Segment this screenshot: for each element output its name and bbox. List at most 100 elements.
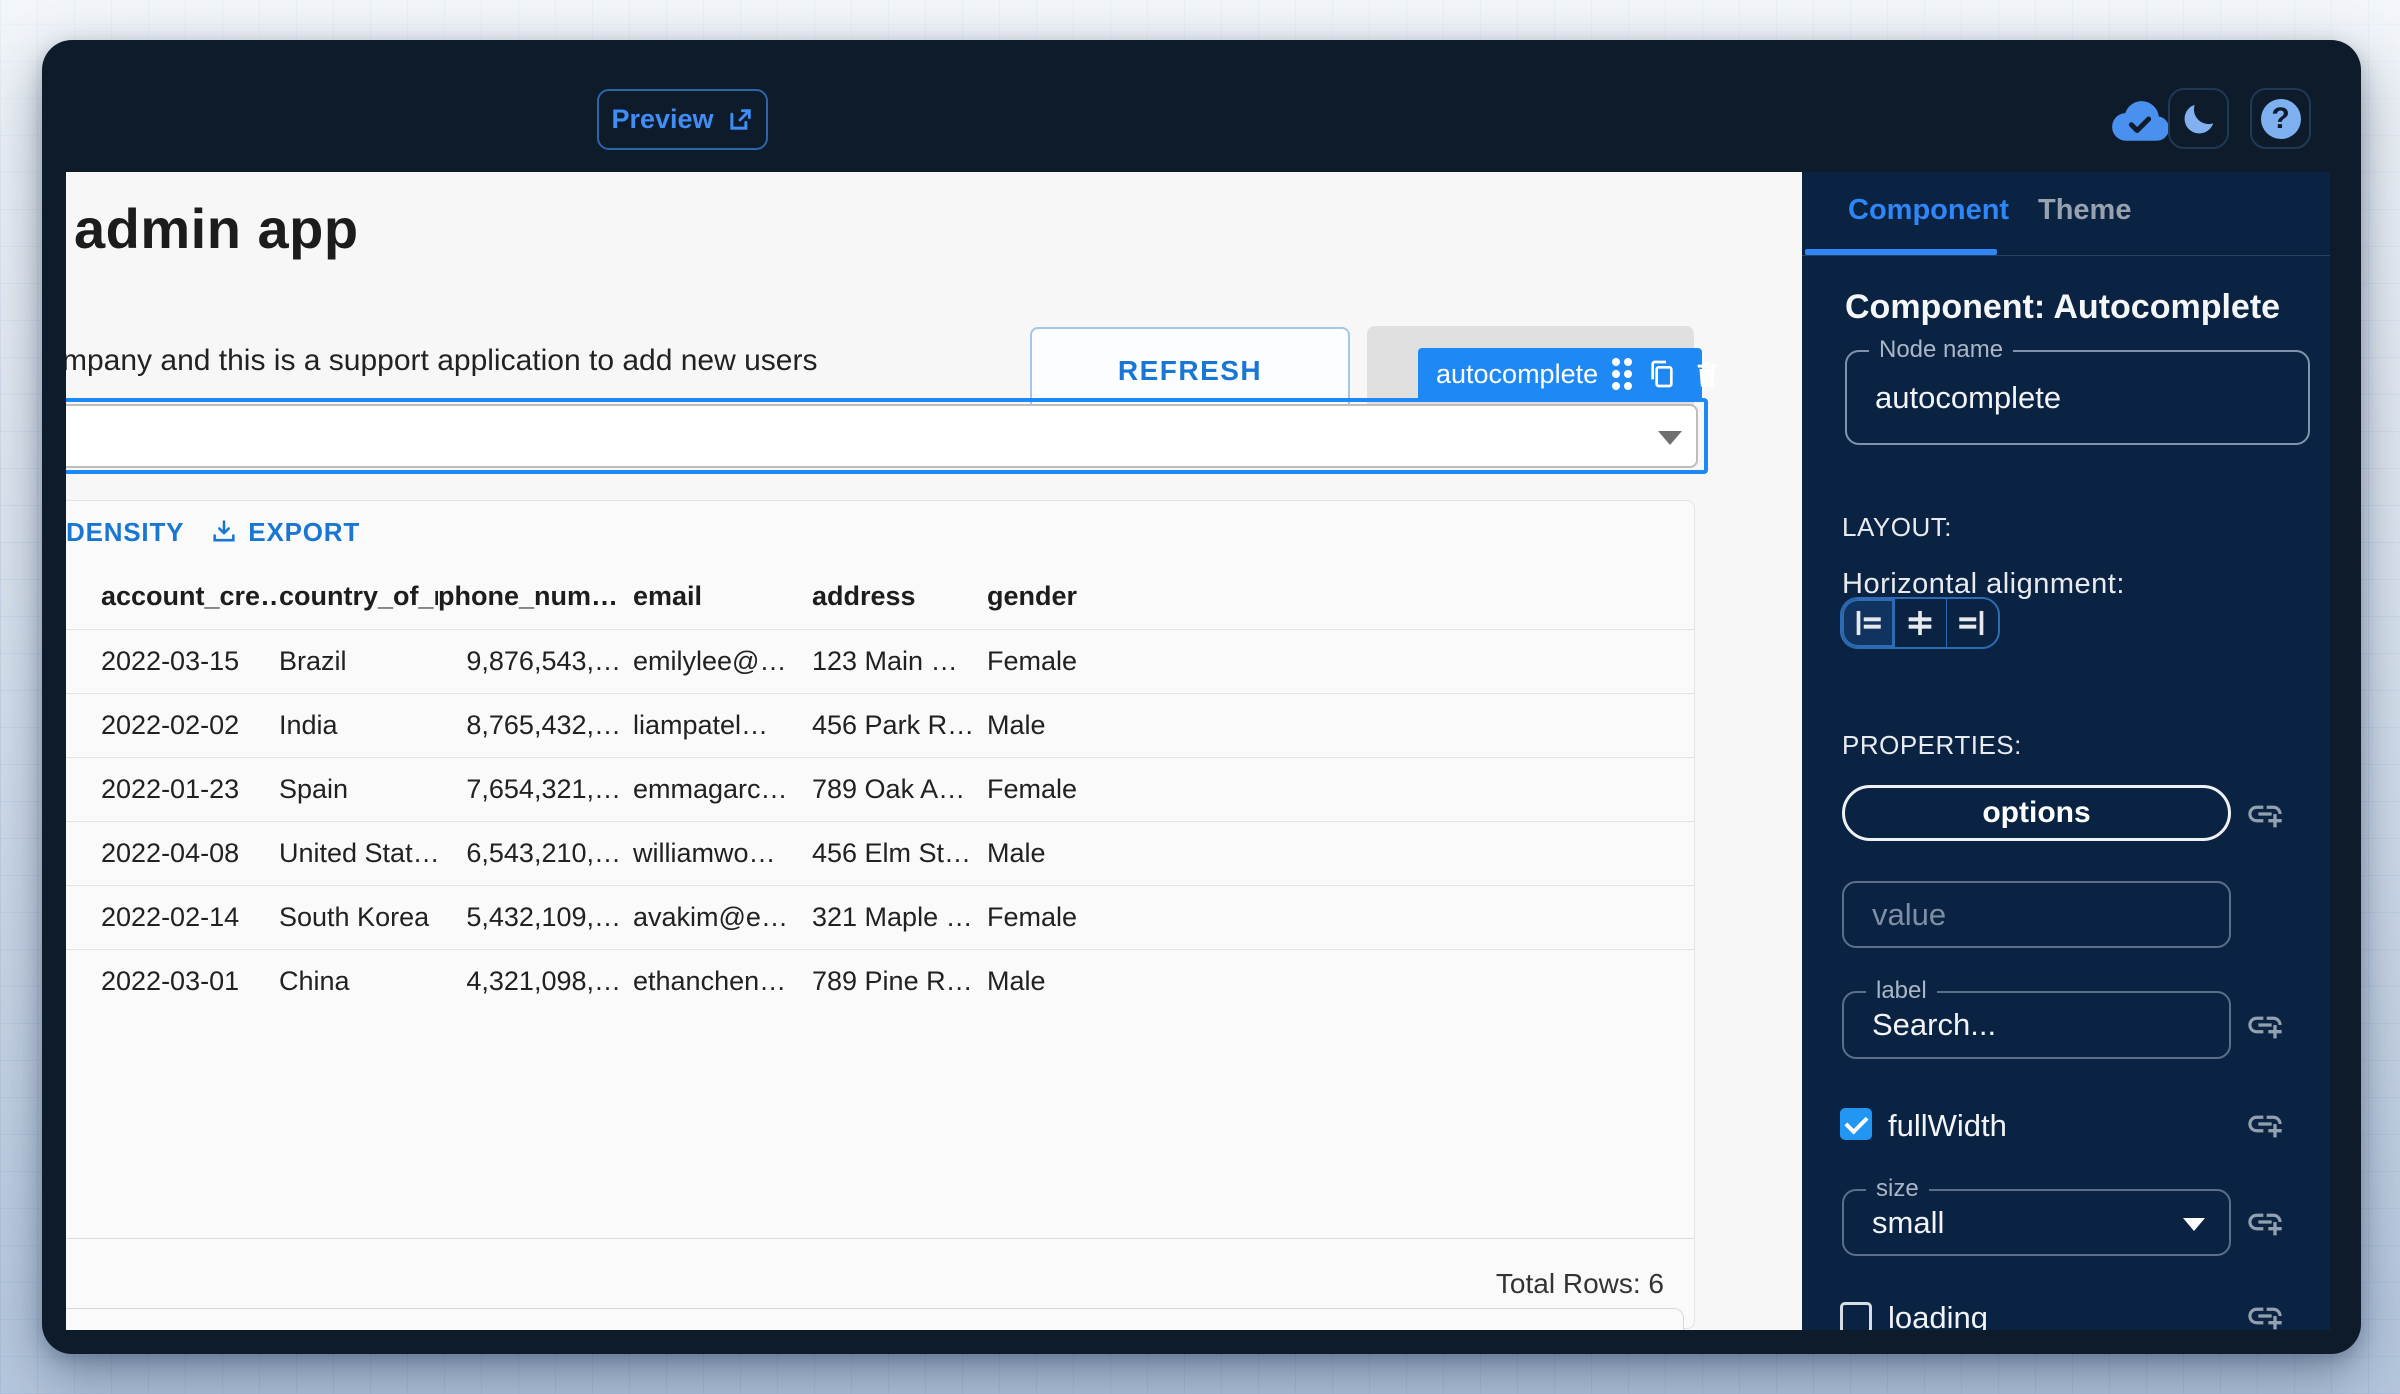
table-cell: 2022-01-23	[101, 774, 279, 805]
label-field[interactable]: label Search...	[1842, 991, 2231, 1059]
column-header[interactable]: gender	[987, 581, 1694, 612]
export-button[interactable]: EXPORT	[210, 517, 360, 548]
drag-handle-icon[interactable]	[1612, 358, 1632, 390]
properties-section-label: PROPERTIES:	[1842, 730, 2022, 761]
table-cell: 5,432,109,…	[438, 902, 633, 933]
column-header[interactable]: phone_num…	[438, 581, 633, 612]
add-link-icon[interactable]	[2245, 1202, 2285, 1242]
node-name-field[interactable]: Node name autocomplete	[1845, 350, 2310, 445]
table-cell: 7,654,321,…	[438, 774, 633, 805]
moon-icon	[2179, 99, 2219, 139]
delete-icon[interactable]	[1692, 358, 1722, 390]
table-cell: Female	[987, 646, 1694, 677]
help-button[interactable]: ?	[2250, 88, 2311, 149]
fullwidth-label: fullWidth	[1888, 1108, 2007, 1144]
layout-section-label: LAYOUT:	[1842, 512, 1952, 543]
add-link-icon[interactable]	[2245, 1104, 2285, 1144]
tab-theme[interactable]: Theme	[2038, 194, 2131, 227]
table-row[interactable]: 2022-04-08United Stat…6,543,210,…william…	[66, 821, 1694, 885]
preview-button-label: Preview	[611, 104, 713, 135]
table-cell: Female	[987, 774, 1694, 805]
chevron-down-icon	[2183, 1218, 2205, 1231]
align-right-button[interactable]	[1946, 599, 1998, 647]
table-cell: India	[279, 710, 438, 741]
column-header[interactable]: account_cre…	[101, 581, 279, 612]
table-row[interactable]: 2022-02-02India8,765,432,…liampatel…456 …	[66, 693, 1694, 757]
table-cell: Brazil	[279, 646, 438, 677]
table-cell: 2022-04-08	[101, 838, 279, 869]
selection-toolbar-chip: autocomplete	[1418, 348, 1702, 400]
column-header[interactable]: address	[812, 581, 987, 612]
dark-mode-toggle-button[interactable]	[2168, 88, 2229, 149]
tabs-divider	[1802, 255, 2330, 256]
table-cell: 8,765,432,…	[438, 710, 633, 741]
density-button[interactable]: DENSITY	[66, 517, 184, 548]
page-subtitle: mpany and this is a support application …	[66, 344, 817, 378]
table-cell: 4,321,098,…	[438, 966, 633, 997]
table-cell: 789 Oak A…	[812, 774, 987, 805]
table-cell: 789 Pine R…	[812, 966, 987, 997]
value-field[interactable]: value	[1842, 881, 2231, 948]
page-title: admin app	[74, 196, 359, 261]
align-left-button[interactable]	[1842, 599, 1894, 647]
fullwidth-checkbox[interactable]	[1840, 1108, 1872, 1140]
node-name-label: Node name	[1869, 336, 2013, 364]
horizontal-alignment-group	[1840, 597, 2000, 649]
table-cell: 456 Elm St…	[812, 838, 987, 869]
value-placeholder: value	[1872, 897, 1946, 933]
table-row[interactable]: 2022-03-15Brazil9,876,543,…emilylee@…123…	[66, 629, 1694, 693]
table-cell: emilylee@…	[633, 646, 812, 677]
table-cell: Male	[987, 710, 1694, 741]
table-cell: South Korea	[279, 902, 438, 933]
table-cell: 2022-02-14	[101, 902, 279, 933]
add-link-icon[interactable]	[2245, 1296, 2285, 1330]
table-cell: United Stat…	[279, 838, 438, 869]
size-select[interactable]: size small	[1842, 1189, 2231, 1256]
inspector-panel: Component Theme Component: Autocomplete …	[1802, 172, 2330, 1330]
loading-checkbox[interactable]	[1840, 1302, 1872, 1330]
cloud-synced-icon	[2108, 95, 2172, 145]
table-cell: Spain	[279, 774, 438, 805]
table-row[interactable]: 2022-03-01China4,321,098,…ethanchen…789 …	[66, 949, 1694, 1013]
label-field-value: Search...	[1872, 1007, 1996, 1043]
tab-component[interactable]: Component	[1848, 194, 2009, 227]
external-link-icon	[726, 106, 754, 134]
export-button-label: EXPORT	[248, 517, 360, 548]
table-cell: 2022-03-15	[101, 646, 279, 677]
add-link-icon[interactable]	[2245, 794, 2285, 834]
duplicate-icon[interactable]	[1646, 358, 1678, 390]
table-row[interactable]: 2022-02-14South Korea5,432,109,…avakim@e…	[66, 885, 1694, 949]
autocomplete-input[interactable]	[66, 404, 1698, 468]
table-cell: 9,876,543,…	[438, 646, 633, 677]
dropdown-arrow-icon[interactable]	[1658, 431, 1682, 445]
table-cell: 456 Park R…	[812, 710, 987, 741]
question-mark-icon: ?	[2261, 99, 2301, 139]
next-component-card	[66, 1308, 1684, 1330]
align-right-icon	[1955, 606, 1989, 640]
size-select-value: small	[1872, 1205, 1944, 1241]
table-cell: Male	[987, 966, 1694, 997]
align-left-icon	[1851, 606, 1885, 640]
density-button-label: DENSITY	[66, 517, 184, 548]
table-cell: China	[279, 966, 438, 997]
size-select-label: size	[1866, 1175, 1929, 1203]
add-link-icon[interactable]	[2245, 1005, 2285, 1045]
table-body: 2022-03-15Brazil9,876,543,…emilylee@…123…	[66, 629, 1694, 1013]
table-row[interactable]: 2022-01-23Spain7,654,321,…emmagarc…789 O…	[66, 757, 1694, 821]
download-icon	[210, 518, 238, 546]
align-center-button[interactable]	[1894, 599, 1946, 647]
table-cell: liampatel…	[633, 710, 812, 741]
table-cell: 123 Main …	[812, 646, 987, 677]
table-cell: emmagarc…	[633, 774, 812, 805]
column-header[interactable]: country_of_r…	[279, 581, 438, 612]
users-table: DENSITY EXPORT account_cre… country_of_r…	[66, 500, 1695, 1329]
column-header[interactable]: email	[633, 581, 812, 612]
preview-button[interactable]: Preview	[597, 89, 768, 150]
table-cell: 2022-03-01	[101, 966, 279, 997]
selected-component-name: autocomplete	[1436, 359, 1598, 390]
component-title: Component: Autocomplete	[1845, 288, 2280, 327]
node-name-value: autocomplete	[1875, 380, 2061, 416]
table-cell: Male	[987, 838, 1694, 869]
table-cell: Female	[987, 902, 1694, 933]
options-button[interactable]: options	[1842, 785, 2231, 841]
